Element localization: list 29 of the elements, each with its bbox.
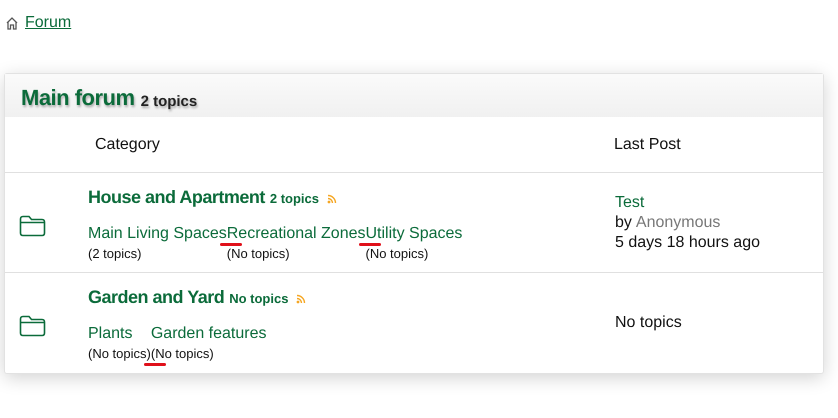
subforum-link[interactable]: Recreational Zones (226, 224, 366, 244)
by-label: by (615, 212, 632, 232)
folder-icon (19, 315, 46, 337)
topic-count: (No topics) (150, 345, 215, 363)
subforum-link[interactable]: Main Living Spaces (88, 224, 227, 244)
forum-title: Main forum (21, 87, 135, 109)
column-header: Last Post (614, 134, 681, 154)
author-link[interactable]: Anonymous (636, 212, 720, 232)
topic-count: 2 topics (270, 190, 319, 208)
category-link[interactable]: House and Apartment (88, 184, 265, 211)
subforum-link[interactable]: Utility Spaces (366, 224, 462, 244)
column-header: Category (95, 134, 161, 154)
home-icon (5, 16, 19, 30)
folder-icon (19, 214, 46, 236)
breadcrumb-link[interactable]: Forum (25, 11, 72, 35)
topic-count: (No topics) (88, 345, 151, 363)
subforum-link[interactable]: Garden features (150, 324, 266, 344)
subforum-link[interactable]: Plants (88, 324, 151, 344)
post-link[interactable]: Test (615, 192, 760, 212)
topic-count: (No topics) (366, 245, 430, 263)
rss-icon[interactable] (296, 292, 308, 304)
topic-count: 2 topics (140, 94, 198, 109)
last-post-empty: No topics (615, 313, 682, 333)
topic-count: (2 topics) (88, 245, 142, 263)
topic-count: No topics (229, 290, 288, 308)
post-time: 5 days 18 hours ago (615, 232, 760, 252)
rss-icon[interactable] (326, 192, 338, 204)
topic-count: (No topics) (226, 245, 291, 263)
category-link[interactable]: Garden and Yard (88, 284, 224, 311)
